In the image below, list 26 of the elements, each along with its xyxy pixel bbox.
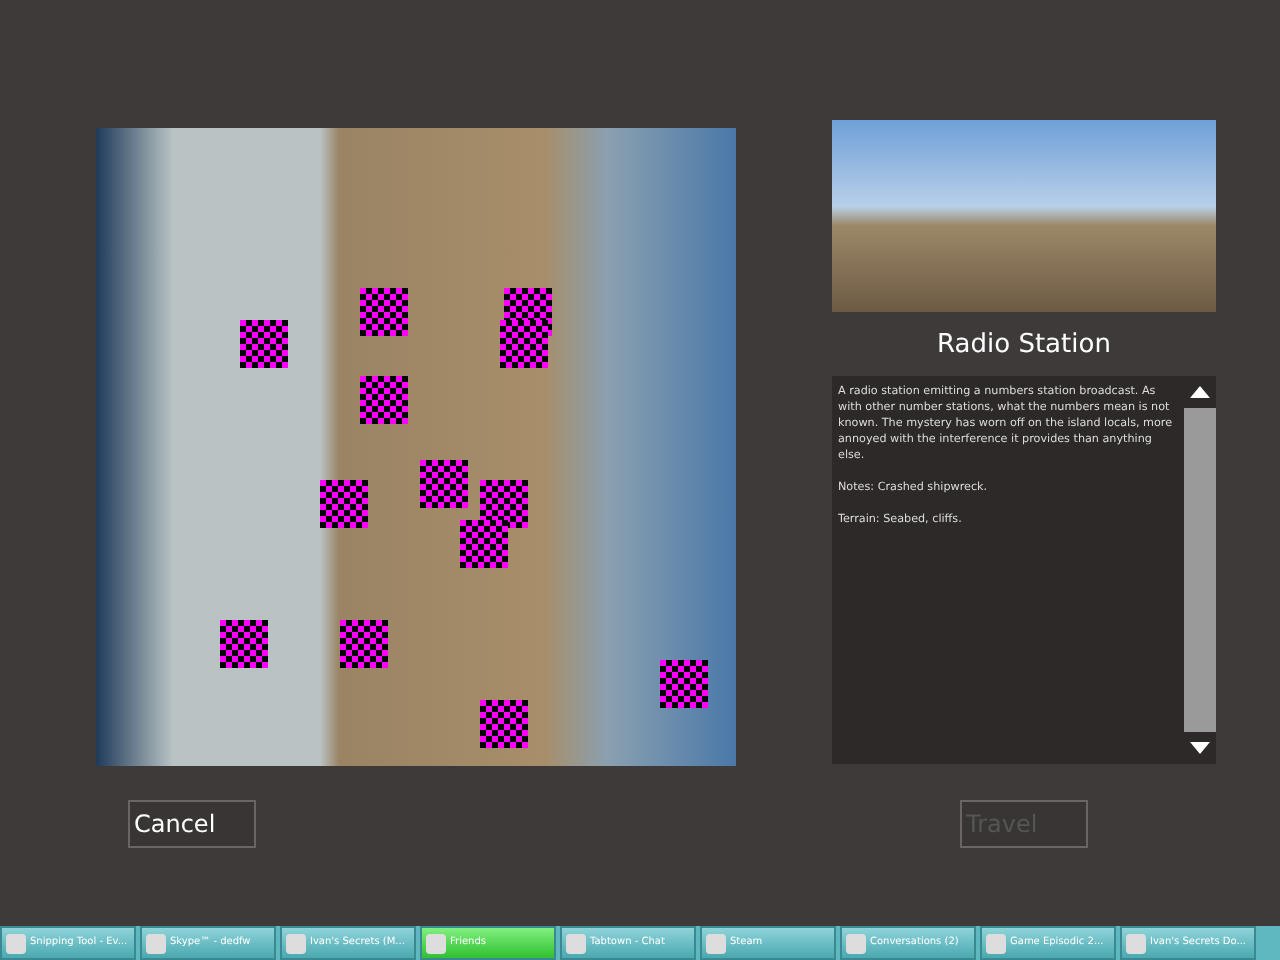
app-icon — [286, 933, 306, 953]
app-icon — [846, 933, 866, 953]
location-title: Radio Station — [935, 328, 1113, 364]
scrollbar[interactable] — [1184, 376, 1216, 764]
scroll-down-icon[interactable] — [1184, 732, 1216, 764]
app-icon — [6, 933, 26, 953]
map-marker-icon[interactable] — [500, 320, 548, 368]
map-marker-icon[interactable] — [460, 520, 508, 568]
app-icon — [146, 933, 166, 953]
map-marker-icon[interactable] — [220, 620, 268, 668]
app-icon — [986, 933, 1006, 953]
scroll-up-icon[interactable] — [1184, 376, 1216, 408]
cancel-button[interactable]: Cancel — [128, 800, 256, 848]
map-marker-icon[interactable] — [360, 288, 408, 336]
app-icon — [706, 933, 726, 953]
map-marker-icon[interactable] — [660, 660, 708, 708]
map-marker-icon[interactable] — [240, 320, 288, 368]
map-marker-icon[interactable] — [480, 700, 528, 748]
map-marker-icon[interactable] — [320, 480, 368, 528]
app-icon — [426, 933, 446, 953]
app-icon — [566, 933, 586, 953]
app-icon — [1126, 933, 1146, 953]
map-marker-icon[interactable] — [480, 480, 528, 528]
map-marker-icon[interactable] — [420, 460, 468, 508]
map-marker-icon[interactable] — [360, 376, 408, 424]
map-marker-icon[interactable] — [340, 620, 388, 668]
